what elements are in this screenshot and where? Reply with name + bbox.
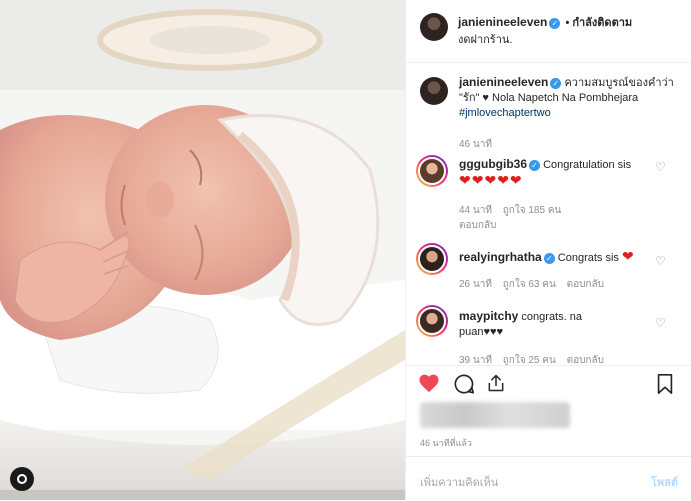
comment-meta: 39 นาที ถูกใจ 25 คน ตอบกลับ — [459, 353, 604, 365]
post-time: 46 นาทีที่แล้ว — [420, 438, 472, 448]
verified-icon: ✓ — [549, 18, 561, 29]
post-sidebar: janienineeleven ✓ • กำลังติดตาม งดฝากร้าน… — [405, 0, 691, 500]
commenter-avatar[interactable] — [416, 243, 448, 275]
post-photo[interactable] — [0, 0, 405, 500]
like-comment-icon[interactable]: ♡ — [655, 317, 667, 329]
add-comment-bar: เพิ่มความคิดเห็น โพสต์ — [406, 456, 691, 501]
caption-time: 46 นาที — [459, 139, 492, 150]
post-location[interactable]: งดฝากร้าน. — [458, 30, 512, 48]
comment-meta: 44 นาที ถูกใจ 185 คน ตอบกลับ — [459, 203, 561, 233]
author-username[interactable]: janienineeleven — [458, 15, 547, 29]
comment-meta: 26 นาที ถูกใจ 63 คน ตอบกลับ — [459, 277, 604, 292]
verified-icon: ✓ — [529, 160, 540, 171]
comment-text: gggubgib36 ✓ Congratulation sis ❤❤❤❤❤ — [459, 157, 639, 190]
caption-text: janienineeleven ✓ ความสมบูรณ์ของคำว่า "รั… — [459, 75, 674, 121]
comment-likes[interactable]: ถูกใจ 63 คน — [503, 279, 556, 290]
comment-time: 39 นาที — [459, 355, 492, 365]
comment-username[interactable]: maypitchy — [459, 309, 518, 323]
commenter-avatar[interactable] — [416, 155, 448, 187]
caption-username[interactable]: janienineeleven — [459, 75, 548, 89]
reply-link[interactable]: ตอบกลับ — [567, 279, 604, 290]
verified-icon: ✓ — [550, 78, 562, 89]
comment-username[interactable]: realyingrhatha — [459, 250, 542, 264]
comment-hearts: ❤❤❤❤❤ — [459, 172, 523, 188]
follow-status[interactable]: • กำลังติดตาม — [565, 17, 632, 29]
comment-username[interactable]: gggubgib36 — [459, 157, 527, 171]
add-comment-input[interactable]: เพิ่มความคิดเห็น — [420, 473, 498, 491]
likes-count-blurred — [420, 402, 570, 428]
caption-avatar[interactable] — [420, 77, 448, 105]
comment-item: gggubgib36 ✓ Congratulation sis ❤❤❤❤❤ ♡ 4… — [406, 155, 691, 245]
comment-time: 26 นาที — [459, 279, 492, 290]
post-header: janienineeleven ✓ • กำลังติดตาม งดฝากร้าน… — [406, 0, 691, 63]
comment-likes[interactable]: ถูกใจ 185 คน — [503, 205, 562, 216]
like-comment-icon[interactable]: ♡ — [655, 255, 667, 267]
comment-text: maypitchy congrats. na puan♥♥♥ — [459, 309, 609, 340]
share-icon[interactable] — [486, 373, 506, 393]
reply-link[interactable]: ตอบกลับ — [567, 355, 604, 365]
reply-link[interactable]: ตอบกลับ — [459, 220, 496, 231]
bookmark-icon[interactable] — [656, 373, 674, 395]
comment-time: 44 นาที — [459, 205, 492, 216]
author-avatar[interactable] — [420, 13, 448, 41]
comment-body: Congrats sis — [557, 252, 619, 264]
comments-list[interactable]: janienineeleven ✓ ความสมบูรณ์ของคำว่า "รั… — [406, 63, 691, 365]
comment-likes[interactable]: ถูกใจ 25 คน — [503, 355, 556, 365]
commenter-avatar[interactable] — [416, 305, 448, 337]
profile-icon[interactable] — [10, 467, 34, 491]
comment-body: Congratulation sis — [543, 159, 632, 171]
heart-icon[interactable] — [418, 373, 440, 393]
baby-photo-illustration — [0, 0, 405, 500]
like-comment-icon[interactable]: ♡ — [655, 161, 667, 173]
comment-item: maypitchy congrats. na puan♥♥♥ ♡ 39 นาที… — [406, 305, 691, 365]
comment-text: realyingrhatha ✓ Congrats sis ❤ — [459, 249, 649, 266]
comment-hearts: ❤ — [621, 248, 635, 264]
caption: janienineeleven ✓ ความสมบูรณ์ของคำว่า "รั… — [406, 75, 691, 155]
verified-icon: ✓ — [543, 253, 555, 264]
caption-hashtag[interactable]: #jmlovechaptertwo — [459, 107, 551, 119]
post-comment-button[interactable]: โพสต์ — [651, 473, 678, 491]
instagram-post: janienineeleven ✓ • กำลังติดตาม งดฝากร้าน… — [0, 0, 691, 500]
comment-icon[interactable] — [453, 373, 475, 395]
comment-item: realyingrhatha ✓ Congrats sis ❤ ♡ 26 นาที… — [406, 243, 691, 303]
action-bar — [406, 365, 691, 402]
